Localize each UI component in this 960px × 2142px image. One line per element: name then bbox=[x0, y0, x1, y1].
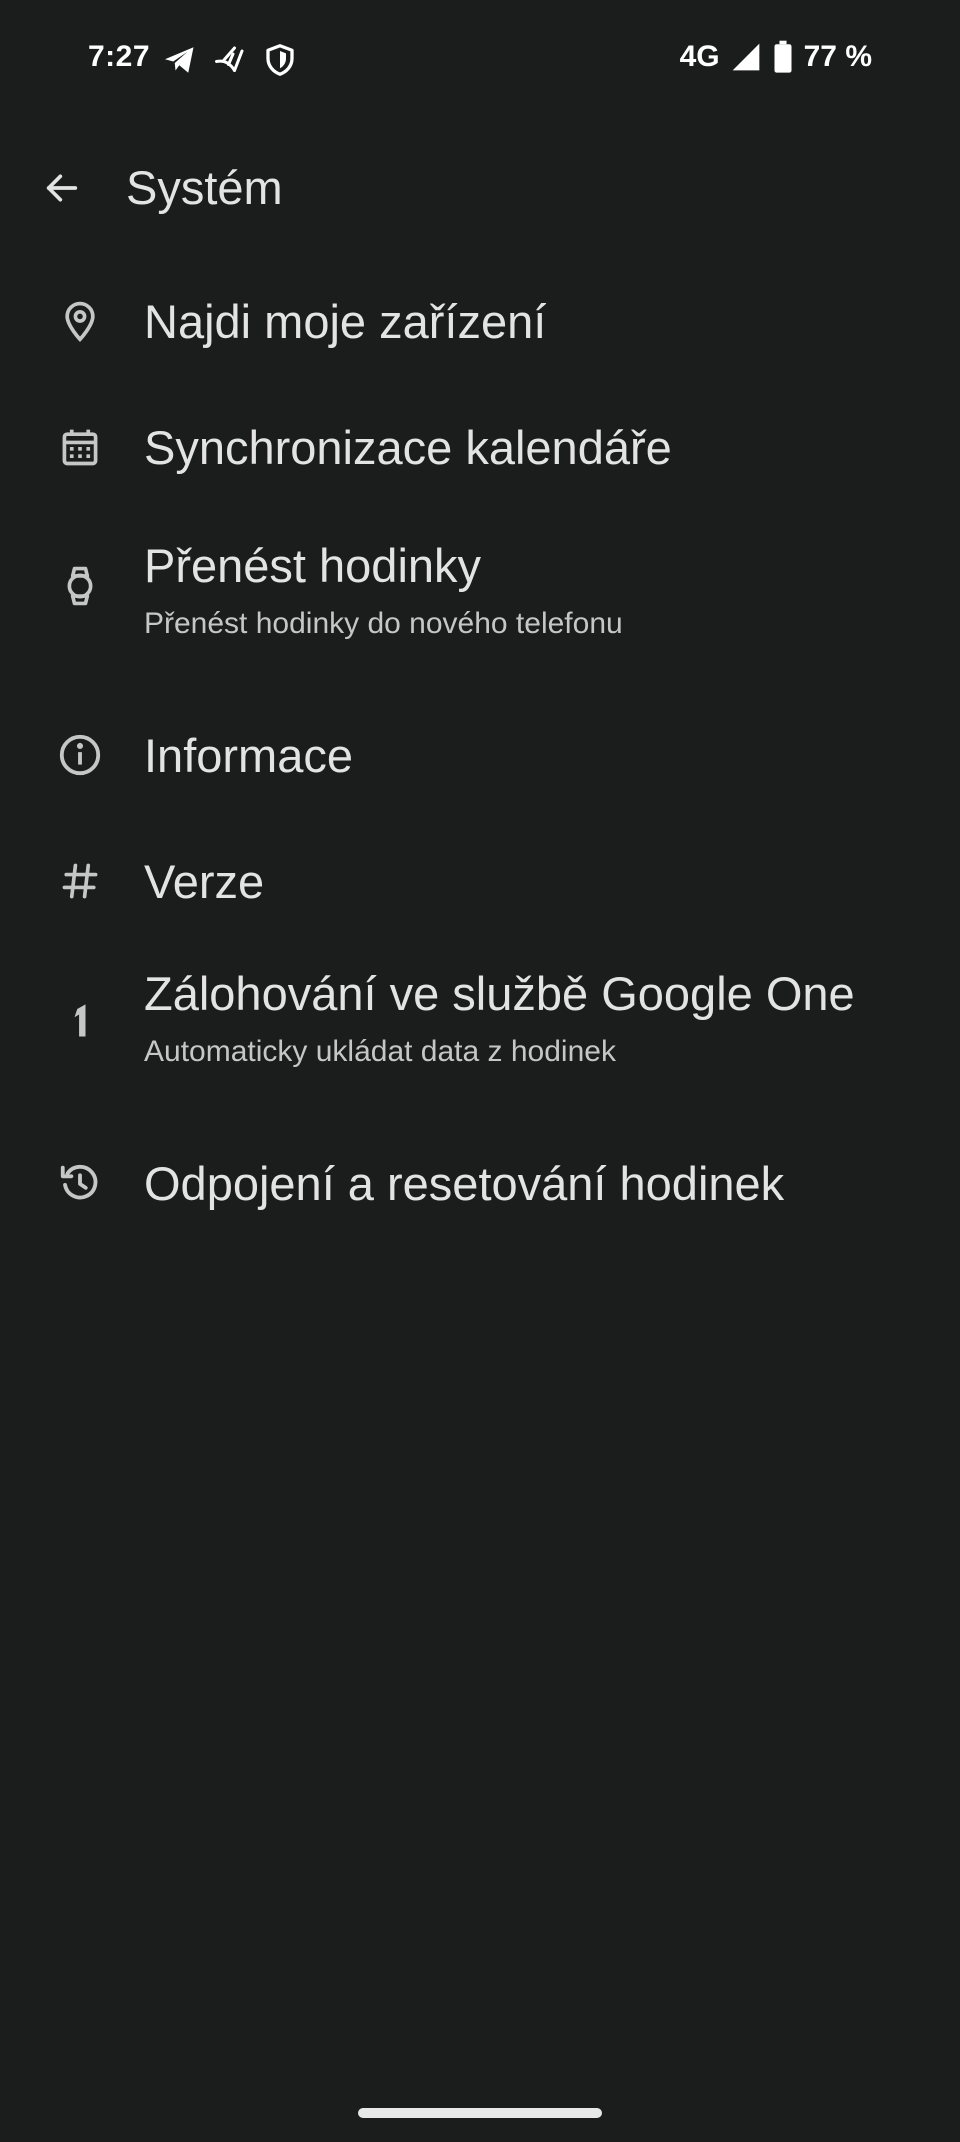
settings-item-google-one-backup[interactable]: Zálohování ve službě Google One Automati… bbox=[0, 942, 960, 1120]
status-time: 7:27 bbox=[88, 40, 151, 73]
shield-icon bbox=[262, 42, 298, 78]
settings-item-title: Přenést hodinky bbox=[144, 539, 482, 592]
page-title: Systém bbox=[126, 161, 283, 214]
settings-item-about[interactable]: Informace bbox=[0, 690, 960, 820]
settings-item-transfer-watch[interactable]: Přenést hodinky Přenést hodinky do novéh… bbox=[0, 510, 960, 690]
settings-item-title: Odpojení a resetování hodinek bbox=[144, 1156, 785, 1210]
arrow-back-icon bbox=[42, 168, 82, 213]
settings-item-version[interactable]: Verze bbox=[0, 820, 960, 942]
location-pin-icon bbox=[52, 293, 108, 349]
battery-icon bbox=[772, 40, 794, 74]
settings-item-calendar-sync[interactable]: Synchronizace kalendáře bbox=[0, 384, 960, 510]
history-icon bbox=[52, 1155, 108, 1211]
battery-percent: 77 % bbox=[803, 40, 872, 73]
calendar-icon bbox=[52, 419, 108, 475]
status-bar: 7:27 4G 77 % bbox=[0, 36, 960, 84]
settings-item-title: Informace bbox=[144, 728, 353, 782]
gesture-navigation-bar[interactable] bbox=[358, 2108, 602, 2118]
back-button[interactable] bbox=[30, 158, 94, 222]
settings-list: Najdi moje zařízení Synchronizace kalend… bbox=[0, 258, 960, 1246]
watch-icon bbox=[52, 558, 108, 614]
settings-item-title: Synchronizace kalendáře bbox=[144, 420, 672, 474]
status-right: 4G 77 % bbox=[680, 40, 872, 74]
settings-item-subtitle: Přenést hodinky do nového telefonu bbox=[144, 607, 623, 640]
app-bar: Systém bbox=[0, 150, 960, 230]
bird-icon bbox=[212, 42, 248, 78]
google-one-icon bbox=[52, 992, 108, 1048]
telegram-icon bbox=[162, 42, 198, 78]
info-icon bbox=[52, 727, 108, 783]
settings-item-subtitle: Automaticky ukládat data z hodinek bbox=[144, 1035, 616, 1068]
settings-item-title: Zálohování ve službě Google One bbox=[144, 967, 855, 1020]
settings-item-title: Najdi moje zařízení bbox=[144, 294, 547, 348]
hash-icon bbox=[52, 853, 108, 909]
settings-item-find-device[interactable]: Najdi moje zařízení bbox=[0, 258, 960, 384]
screen: 7:27 4G 77 % Systém Najdi moje zařízení … bbox=[0, 0, 960, 2142]
settings-item-title: Verze bbox=[144, 854, 265, 908]
network-type: 4G bbox=[679, 40, 720, 73]
signal-icon bbox=[730, 41, 762, 73]
settings-item-disconnect-reset[interactable]: Odpojení a resetování hodinek bbox=[0, 1120, 960, 1246]
